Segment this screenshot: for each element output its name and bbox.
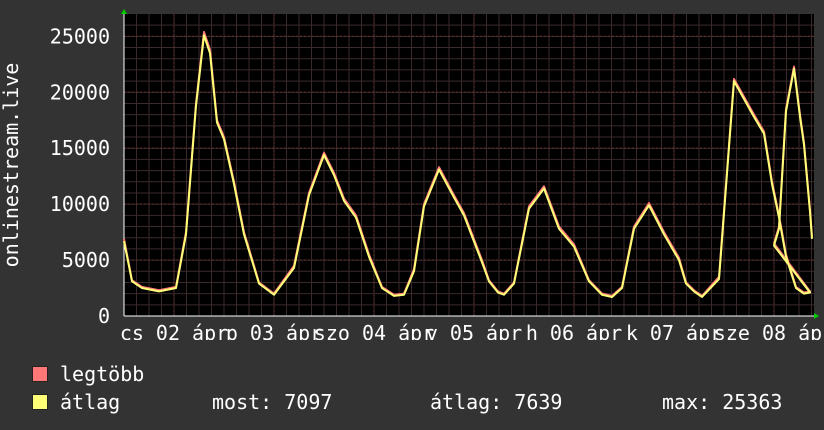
chart-svg: 0 5000 10000 15000 20000 25000 cs 02 áprp 03 á… (0, 9, 824, 340)
stat-most: most: 7097 (212, 390, 333, 414)
x-tick-label: p 03 ápr (226, 321, 322, 340)
y-tick-label: 10000 (50, 192, 110, 216)
x-tick-label: k 07 ápr (626, 321, 722, 340)
legend-item-atlag: átlag (32, 390, 120, 414)
chart-area: 0 5000 10000 15000 20000 25000 cs 02 ápr p 03 á… (0, 0, 824, 340)
x-tick-label: sze 08 ápr (714, 321, 824, 340)
stat-max: max: 25363 (662, 390, 783, 414)
y-tick-label: 15000 (50, 136, 110, 160)
x-tick-label: h 06 ápr (526, 321, 622, 340)
legend-swatch-atlag (32, 394, 48, 410)
x-tick-label: cs 02 ápr (120, 321, 228, 340)
y-tick-label: 20000 (50, 80, 110, 104)
legend-label-atlag: átlag (60, 390, 121, 414)
legend-swatch-legtobb (32, 366, 48, 382)
legend-label-legtobb: legtöbb (60, 362, 145, 386)
plot-background (124, 14, 814, 316)
y-tick-label: 25000 (50, 24, 110, 48)
y-tick-label: 5000 (62, 248, 110, 272)
x-axis-arrow (814, 313, 819, 319)
x-tick-label: v 05 ápr (426, 321, 522, 340)
y-tick-label: 0 (98, 304, 110, 328)
y-axis-arrow (121, 9, 127, 14)
y-axis-label: onlinestream.live (0, 63, 23, 268)
x-tick-label: szo 04 ápr (314, 321, 434, 340)
stat-atlag: átlag: 7639 (430, 390, 563, 414)
legend-item-legtobb: legtöbb (32, 362, 144, 386)
